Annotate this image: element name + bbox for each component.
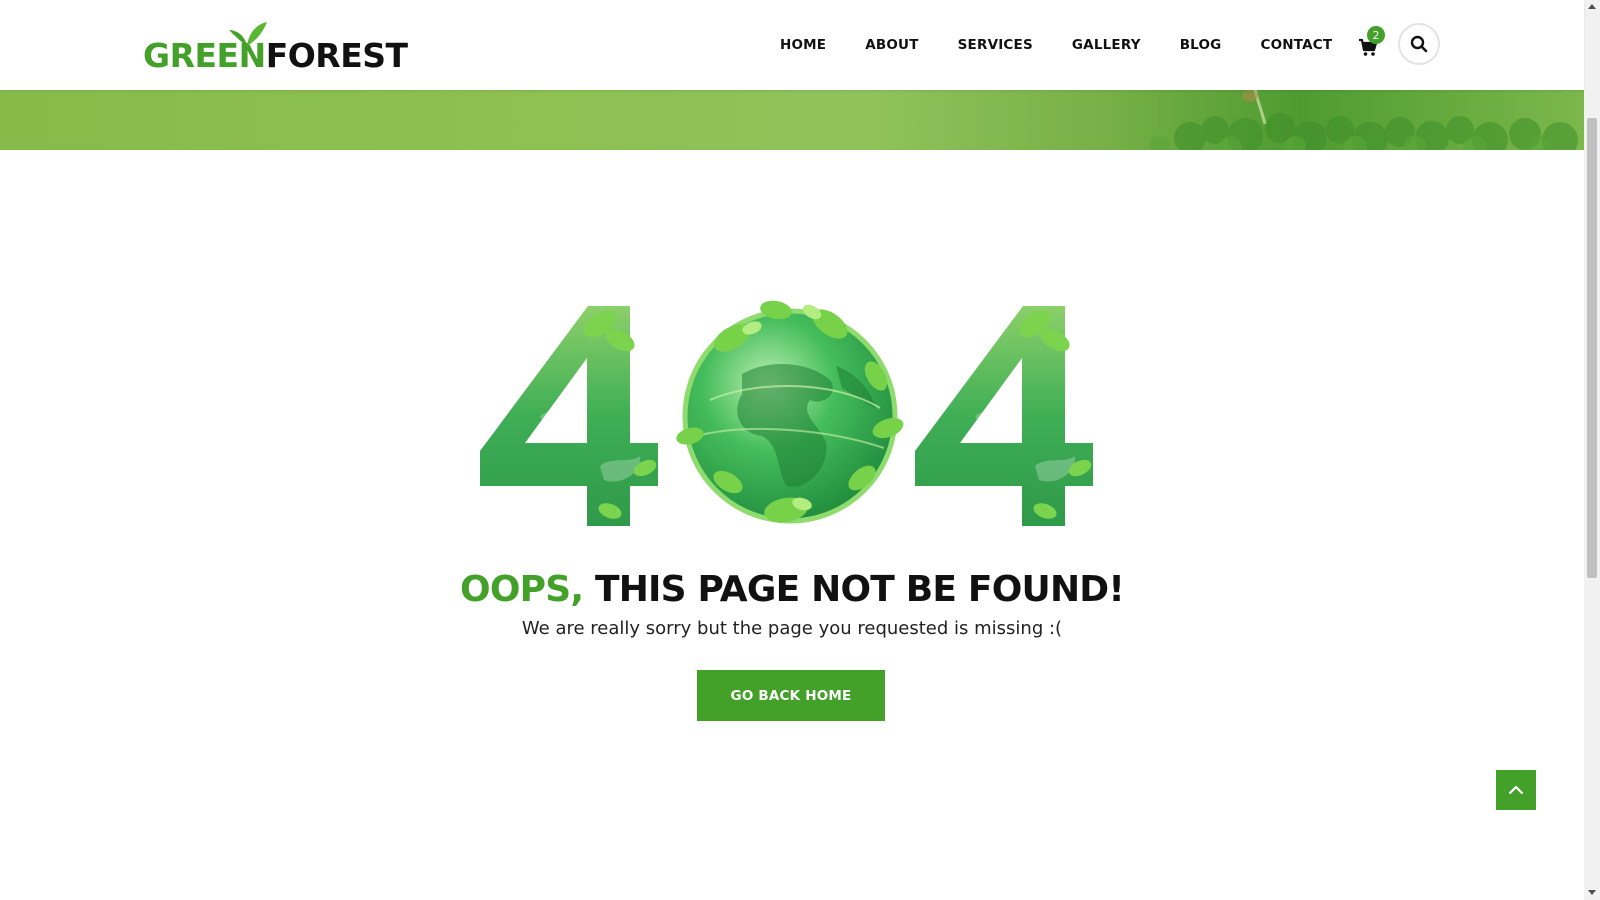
nav-item-about[interactable]: ABOUT <box>865 37 918 53</box>
error-headline: OOPS, THIS PAGE NOT BE FOUND! <box>0 568 1584 612</box>
digit-four-left <box>480 306 658 526</box>
chevron-up-icon <box>1508 785 1524 795</box>
headline-oops: OOPS, <box>460 569 584 610</box>
site-logo[interactable]: GREEN FOREST <box>143 20 408 72</box>
error-message: We are really sorry but the page you req… <box>521 618 1063 639</box>
scroll-down-arrow-icon[interactable] <box>1588 890 1596 895</box>
page-banner <box>0 90 1584 150</box>
page-scrollbar[interactable] <box>1584 0 1600 900</box>
scroll-up-arrow-icon[interactable] <box>1588 4 1596 9</box>
search-button[interactable] <box>1398 23 1440 65</box>
globe-graphic <box>676 300 904 524</box>
nav-item-blog[interactable]: BLOG <box>1180 37 1222 53</box>
nav-item-contact[interactable]: CONTACT <box>1260 37 1332 53</box>
back-to-top-button[interactable] <box>1496 770 1536 810</box>
cart-count-badge: 2 <box>1367 26 1385 44</box>
search-icon <box>1410 35 1428 53</box>
leaf-icon <box>229 22 267 46</box>
headline-main: THIS PAGE NOT BE FOUND! <box>583 569 1125 610</box>
banner-foliage <box>1150 90 1578 150</box>
nav-item-services[interactable]: SERVICES <box>958 37 1033 53</box>
digit-four-right <box>915 306 1093 526</box>
nav-item-gallery[interactable]: GALLERY <box>1072 37 1141 53</box>
scrollbar-thumb[interactable] <box>1587 118 1597 578</box>
site-header: GREEN FOREST HOME ABOUT SERVICES GALLERY… <box>0 0 1584 90</box>
nav-item-home[interactable]: HOME <box>780 37 826 53</box>
main-nav: HOME ABOUT SERVICES GALLERY BLOG CONTACT <box>780 0 1332 90</box>
logo-text-dark: FOREST <box>265 36 408 75</box>
error-404-illustration <box>480 300 1093 526</box>
go-back-home-button[interactable]: GO BACK HOME <box>697 670 885 721</box>
